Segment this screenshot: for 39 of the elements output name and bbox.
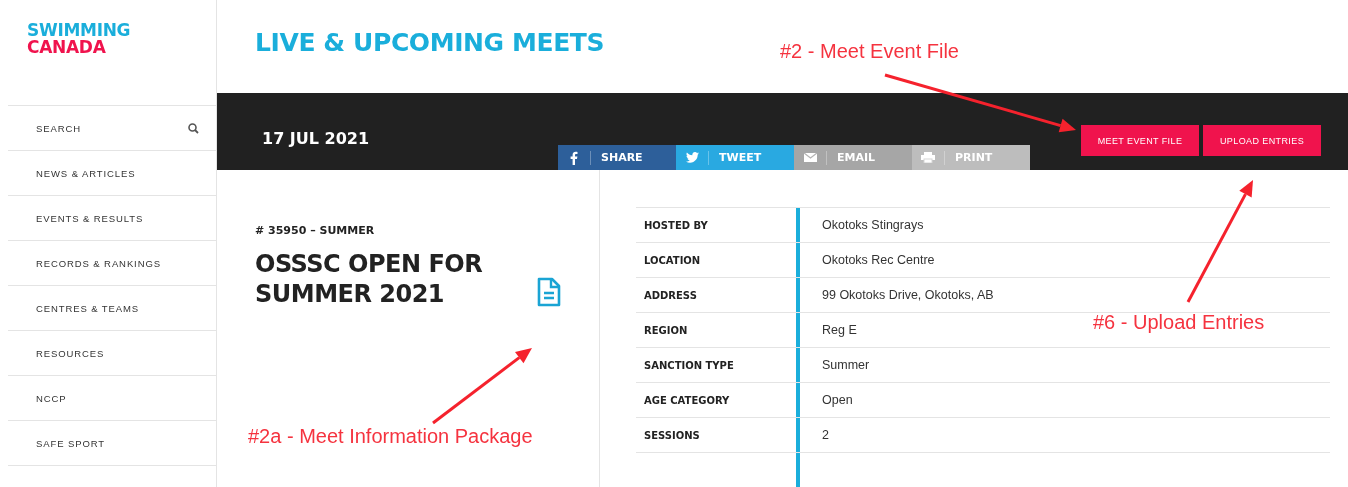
detail-label: SESSIONS xyxy=(636,418,800,452)
page-title: LIVE & UPCOMING MEETS xyxy=(255,28,605,57)
meet-title: OSSSC OPEN FOR SUMMER 2021 xyxy=(255,249,484,309)
bird-icon xyxy=(685,152,699,163)
detail-value: 99 Okotoks Drive, Okotoks, AB xyxy=(821,288,994,302)
meet-number: # 35950 – SUMMER xyxy=(255,224,376,237)
nav-link[interactable]: RECORDS & RANKINGS xyxy=(36,257,161,269)
meet-date: 17 JUL 2021 xyxy=(262,129,370,149)
detail-value: Okotoks Rec Centre xyxy=(821,253,935,267)
detail-label: HOSTED BY xyxy=(636,208,800,242)
detail-label: REGION xyxy=(636,313,800,347)
action-button[interactable]: MEET EVENT FILE xyxy=(1081,125,1199,157)
detail-value: Reg E xyxy=(821,323,857,337)
nav-link[interactable]: EVENTS & RESULTS xyxy=(36,212,144,224)
detail-label: ADDRESS xyxy=(636,278,800,312)
detail-value: Open xyxy=(821,393,853,407)
nav-link[interactable]: CENTRES & TEAMS xyxy=(36,302,140,314)
logo-text[interactable]: CANADA xyxy=(27,39,106,56)
nav-link[interactable]: RESOURCES xyxy=(36,347,105,359)
annotation-text: #2a - Meet Information Package xyxy=(248,425,533,448)
action-button[interactable]: UPLOAD ENTRIES xyxy=(1203,125,1321,157)
detail-label: LOCATION xyxy=(636,243,800,277)
annotation-text: #6 - Upload Entries xyxy=(1093,311,1265,334)
nav-link[interactable]: NEWS & ARTICLES xyxy=(36,167,136,179)
detail-label: AGE CATEGORY xyxy=(636,383,800,417)
search-icon[interactable] xyxy=(188,122,199,134)
document-icon[interactable] xyxy=(537,277,561,307)
search-link[interactable]: SEARCH xyxy=(36,122,81,134)
annotation-text: #2 - Meet Event File xyxy=(780,40,959,63)
share-button[interactable]: SHARE xyxy=(558,145,676,170)
envelope-icon xyxy=(803,153,817,162)
facebook-icon xyxy=(570,150,578,165)
detail-value: 2 xyxy=(821,428,829,442)
detail-value: Okotoks Stingrays xyxy=(821,218,924,232)
nav-link[interactable]: SAFE SPORT xyxy=(36,437,105,449)
nav-link[interactable]: NCCP xyxy=(36,392,67,404)
detail-label: SANCTION TYPE xyxy=(636,348,800,382)
detail-value: Summer xyxy=(821,358,870,372)
printer-icon xyxy=(921,152,935,163)
